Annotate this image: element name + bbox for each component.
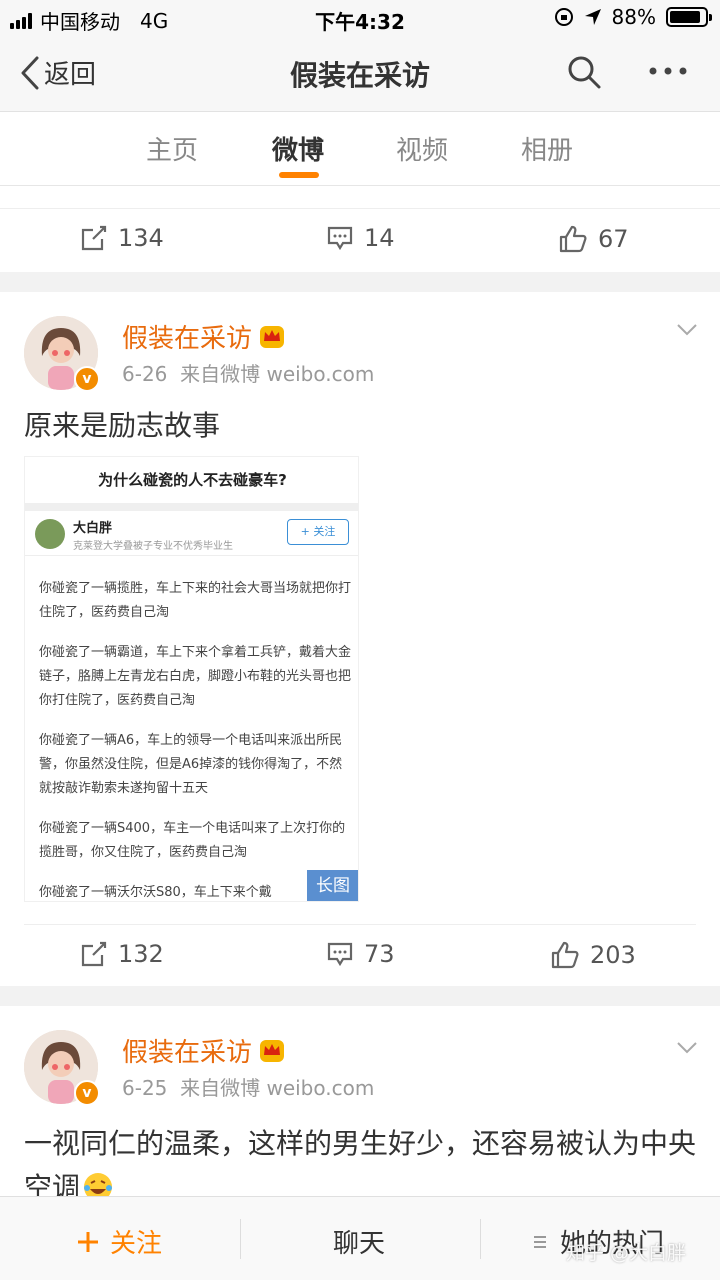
chevron-down-icon — [677, 324, 697, 336]
follow-button[interactable]: 关注 — [76, 1223, 162, 1260]
vip-crown-icon — [260, 1039, 285, 1062]
back-label: 返回 — [44, 60, 97, 90]
page-title: 假装在采访 — [289, 59, 430, 92]
verified-badge-icon: v — [74, 1080, 100, 1106]
username[interactable]: 假装在采访 — [122, 318, 252, 355]
post-source: 来自微博 weibo.com — [180, 1076, 375, 1100]
post-date: 6-25 — [122, 1076, 168, 1100]
like-count: 67 — [598, 225, 629, 253]
post-source: 来自微博 weibo.com — [180, 362, 375, 386]
post-menu-button[interactable] — [676, 322, 698, 341]
image-author-name: 大白胖 — [73, 521, 113, 536]
image-paragraph: 你碰瓷了一辆A6，车上的领导一个电话叫来派出所民警，你虽然没住院，但是A6掉漆的… — [39, 733, 343, 796]
repost-count: 134 — [118, 224, 164, 252]
profile-tabs: 主页 微博 视频 相册 — [0, 112, 720, 186]
search-button[interactable] — [566, 54, 602, 94]
like-button[interactable]: 67 — [558, 224, 629, 254]
username[interactable]: 假装在采访 — [122, 1032, 252, 1069]
tab-video[interactable]: 视频 — [372, 130, 472, 167]
post-card: v 假装在采访 6-26 来自微博 weibo.com 原来是励志故事 为什么碰… — [0, 292, 720, 986]
repost-button[interactable]: 132 — [80, 940, 164, 968]
location-icon — [584, 9, 601, 25]
comment-button[interactable]: 73 — [326, 940, 395, 968]
active-tab-indicator — [279, 172, 319, 178]
post-text-content: 一视同仁的温柔，这样的男生好少，还容易被认为中央空调 — [24, 1127, 697, 1204]
image-author-desc: 克莱登大学叠被子专业不优秀毕业生 — [73, 541, 233, 552]
previous-post-card: 134 14 67 — [0, 186, 720, 272]
battery-percent: 88% — [611, 5, 656, 29]
post-date: 6-26 — [122, 362, 168, 386]
like-button[interactable]: 203 — [550, 940, 636, 970]
comment-count: 14 — [364, 224, 395, 252]
tab-album[interactable]: 相册 — [497, 130, 597, 167]
chat-button[interactable]: 聊天 — [333, 1223, 385, 1260]
post-text: 原来是励志故事 — [24, 409, 221, 442]
image-author-avatar — [35, 519, 65, 549]
follow-label: 关注 — [110, 1229, 163, 1259]
comment-button[interactable]: 14 — [326, 224, 395, 252]
comment-icon — [327, 226, 353, 251]
like-count: 203 — [590, 941, 636, 969]
tab-weibo[interactable]: 微博 — [248, 130, 348, 167]
image-paragraph: 你碰瓷了一辆霸道，车上下来个拿着工兵铲，戴着大金链子，胳膊上左青龙右白虎，脚蹬小… — [39, 645, 352, 708]
back-button[interactable]: 返回 — [20, 54, 96, 91]
post-card: v 假装在采访 6-25 来自微博 weibo.com 一视同仁的温柔，这样的男… — [0, 1006, 720, 1204]
image-question: 为什么碰瓷的人不去碰豪车? — [98, 471, 287, 489]
more-dots-icon — [649, 67, 687, 75]
nav-bar: 返回 假装在采访 — [0, 36, 720, 112]
long-image-badge: 长图 — [307, 870, 358, 901]
orientation-lock-icon — [554, 8, 573, 26]
status-bar: 中国移动 4G 下午4:32 88% — [0, 0, 720, 36]
image-follow-button: + 关注 — [287, 519, 349, 545]
post-actions: 132 73 203 — [0, 924, 720, 990]
image-paragraph: 你碰瓷了一辆沃尔沃S80，车上下来个戴 — [39, 885, 272, 900]
watermark: 知乎 @大白胖 — [566, 1242, 687, 1264]
verified-badge-icon: v — [74, 366, 100, 392]
list-icon — [534, 1235, 546, 1248]
repost-button[interactable]: 134 — [80, 224, 164, 252]
long-image[interactable]: 为什么碰瓷的人不去碰豪车? 大白胖 克莱登大学叠被子专业不优秀毕业生 + 关注 … — [24, 456, 359, 902]
image-paragraph: 你碰瓷了一辆揽胜，车上下来的社会大哥当场就把你打住院了，医药费自己淘 — [39, 581, 352, 620]
chevron-left-icon — [21, 56, 39, 89]
search-icon — [568, 56, 601, 89]
repost-icon — [81, 941, 107, 967]
tab-home[interactable]: 主页 — [122, 130, 222, 167]
more-button[interactable] — [648, 56, 688, 90]
previous-post-actions: 134 14 67 — [0, 208, 720, 274]
battery-icon — [666, 7, 712, 27]
thumbs-up-icon — [559, 225, 587, 253]
post-menu-button[interactable] — [676, 1040, 698, 1059]
repost-icon — [81, 225, 107, 251]
comment-count: 73 — [364, 940, 395, 968]
thumbs-up-icon — [551, 941, 579, 969]
image-paragraph: 你碰瓷了一辆S400，车主一个电话叫来了上次打你的揽胜哥，你又住院了，医药费自己… — [39, 821, 346, 860]
chevron-down-icon — [677, 1042, 697, 1054]
plus-icon — [78, 1231, 98, 1252]
comment-icon — [327, 942, 353, 967]
repost-count: 132 — [118, 940, 164, 968]
vip-crown-icon — [260, 325, 285, 348]
